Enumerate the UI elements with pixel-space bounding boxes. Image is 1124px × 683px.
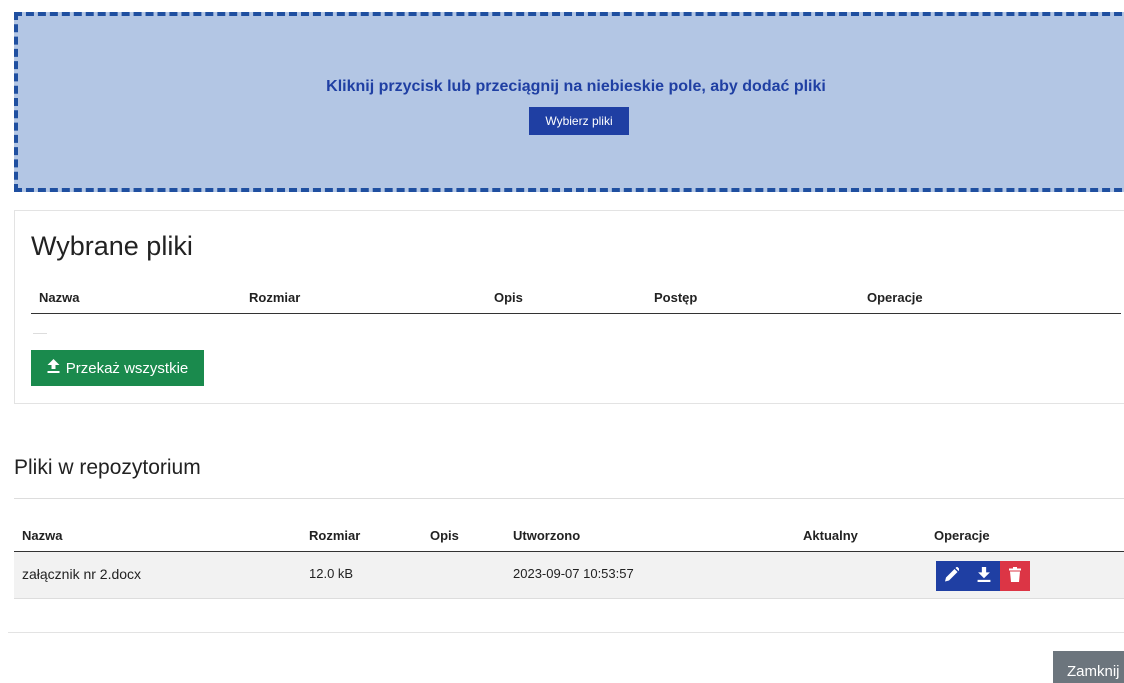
table-row: załącznik nr 2.docx 12.0 kB 2023-09-07 1… xyxy=(14,552,1124,599)
column-header-description: Opis xyxy=(494,290,523,305)
column-header-name: Nazwa xyxy=(39,290,80,305)
upload-all-label: Przekaż wszystkie xyxy=(65,359,189,377)
download-button[interactable] xyxy=(968,561,1000,591)
column-header-size: Rozmiar xyxy=(249,290,301,305)
delete-button[interactable] xyxy=(1000,561,1030,591)
column-header-created: Utworzono xyxy=(513,528,581,543)
edit-button[interactable] xyxy=(936,561,968,591)
row-operations xyxy=(936,561,1030,591)
empty-list-placeholder xyxy=(33,333,47,334)
download-icon xyxy=(977,567,991,585)
footer-divider xyxy=(8,632,1124,633)
column-header-description: Opis xyxy=(430,528,459,543)
column-header-current: Aktualny xyxy=(803,528,858,543)
file-created: 2023-09-07 10:53:57 xyxy=(513,566,634,581)
column-header-operations: Operacje xyxy=(934,528,990,543)
repository-table-header: Nazwa Rozmiar Opis Utworzono Aktualny Op… xyxy=(14,520,1124,552)
column-header-size: Rozmiar xyxy=(309,528,361,543)
file-dropzone[interactable]: Kliknij przycisk lub przeciągnij na nieb… xyxy=(14,12,1124,192)
upload-icon xyxy=(47,359,60,377)
choose-files-button[interactable]: Wybierz pliki xyxy=(529,107,629,135)
file-name: załącznik nr 2.docx xyxy=(22,566,142,582)
selected-files-table-header: Nazwa Rozmiar Opis Postęp Operacje xyxy=(31,286,1121,314)
column-header-progress: Postęp xyxy=(654,290,698,305)
column-header-name: Nazwa xyxy=(22,528,63,543)
repository-title: Pliki w repozytorium xyxy=(14,456,201,479)
column-header-operations: Operacje xyxy=(867,290,923,305)
edit-icon xyxy=(945,566,960,585)
upload-all-button[interactable]: Przekaż wszystkie xyxy=(31,350,204,386)
repository-divider xyxy=(14,498,1124,499)
selected-files-panel: Wybrane pliki Nazwa Rozmiar Opis Postęp … xyxy=(14,210,1124,404)
file-size: 12.0 kB xyxy=(309,566,354,581)
selected-files-title: Wybrane pliki xyxy=(31,231,193,261)
close-button[interactable]: Zamknij xyxy=(1053,651,1124,683)
delete-icon xyxy=(1008,567,1022,585)
dropzone-instruction: Kliknij przycisk lub przeciągnij na nieb… xyxy=(326,78,826,95)
